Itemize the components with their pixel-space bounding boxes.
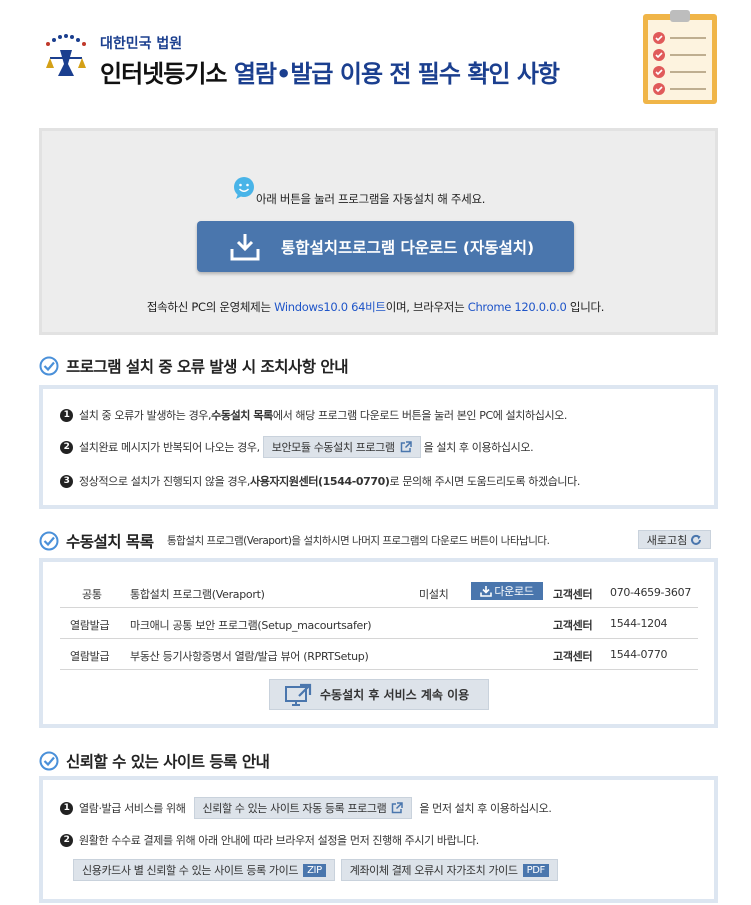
step-text: 에서 해당 프로그램 다운로드 버튼을 눌러 본인 PC에 설치하십시오.	[272, 409, 568, 422]
row-category: 공통	[82, 588, 102, 601]
step-text: 설치완료 메시지가 반복되어 나오는 경우,	[79, 441, 260, 454]
row-phone: 1544-0770	[610, 648, 668, 661]
card-trusted-site-guide-button[interactable]: 신용카드사 별 신뢰할 수 있는 사이트 등록 가이드 ZIP	[73, 859, 335, 881]
step-text: 설치 중 오류가 발생하는 경우,	[79, 409, 212, 422]
os-info-text: 입니다.	[566, 300, 605, 314]
monitor-link-icon	[285, 683, 312, 706]
row-center: 고객센터	[553, 619, 593, 632]
os-value: Windows10.0 64비트	[274, 300, 386, 314]
row-status: 미설치	[419, 588, 449, 601]
check-circle-icon	[39, 356, 59, 376]
step-number-icon: 1	[60, 408, 73, 422]
errors-heading: 프로그램 설치 중 오류 발생 시 조치사항 안내	[39, 355, 348, 377]
transfer-error-guide-button[interactable]: 계좌이체 결제 오류시 자가조치 가이드 PDF	[340, 859, 558, 881]
error-step-3: 3 정상적으로 설치가 진행되지 않을 경우, 사용자지원센터(1544-077…	[60, 473, 580, 489]
continue-label: 수동설치 후 서비스 계속 이용	[320, 688, 470, 702]
step-number-icon: 2	[60, 440, 73, 454]
step-emphasis: 사용자지원센터(1544-0770)	[250, 475, 390, 488]
check-circle-icon	[39, 751, 59, 771]
title-highlight: 열람•발급 이용 전 필수 확인 사항	[233, 60, 560, 88]
step-text: 원활한 수수료 결제를 위해 아래 안내에 따라 브라우저 설정을 먼저 진행해…	[79, 834, 479, 847]
security-module-manual-install-label: 보안모듈 수동설치 프로그램	[271, 441, 395, 454]
os-info-text: 이며, 브라우저는	[385, 300, 468, 314]
security-module-manual-install-button[interactable]: 보안모듈 수동설치 프로그램	[262, 436, 421, 458]
trusted-site-auto-register-button[interactable]: 신뢰할 수 있는 사이트 자동 등록 프로그램	[193, 797, 413, 819]
row-program-name: 통합설치 프로그램(Veraport)	[130, 588, 265, 601]
refresh-icon	[691, 534, 702, 545]
row-category: 열람발급	[70, 650, 110, 663]
trusted-site-auto-register-label: 신뢰할 수 있는 사이트 자동 등록 프로그램	[202, 802, 387, 815]
manual-note: 통합설치 프로그램(Veraport)을 설치하시면 나머지 프로그램의 다운로…	[167, 535, 550, 547]
error-step-1: 1 설치 중 오류가 발생하는 경우, 수동설치 목록 에서 해당 프로그램 다운…	[60, 407, 567, 423]
title-prefix: 인터넷등기소	[100, 60, 234, 88]
external-link-icon	[400, 441, 412, 453]
smile-icon	[234, 177, 254, 199]
refresh-button[interactable]: 새로고침	[638, 530, 711, 549]
download-icon	[480, 586, 493, 597]
os-info: 접속하신 PC의 운영체제는 Windows10.0 64비트이며, 브라우저는…	[0, 299, 751, 315]
row-category: 열람발급	[70, 619, 110, 632]
row-program-name: 마크애니 공통 보안 프로그램(Setup_macourtsafer)	[130, 619, 372, 632]
row-phone: 1544-1204	[610, 617, 668, 630]
zip-badge: ZIP	[303, 863, 326, 877]
row-program-name: 부동산 등기사항증명서 열람/발급 뷰어 (RPRTSetup)	[130, 650, 369, 663]
row-phone: 070-4659-3607	[610, 586, 692, 599]
integrated-install-download-button[interactable]: 통합설치프로그램 다운로드 (자동설치)	[197, 221, 574, 272]
row-center: 고객센터	[553, 588, 593, 601]
page-title: 인터넷등기소 열람•발급 이용 전 필수 확인 사항	[100, 54, 560, 89]
court-name: 대한민국 법원	[100, 36, 183, 52]
guide-buttons: 신용카드사 별 신뢰할 수 있는 사이트 등록 가이드 ZIP 계좌이체 결제 오…	[73, 859, 561, 881]
step-text: 로 문의해 주시면 도움드리도록 하겠습니다.	[389, 475, 581, 488]
download-label: 다운로드	[494, 585, 534, 598]
row-center: 고객센터	[553, 650, 593, 663]
veraport-download-button[interactable]: 다운로드	[471, 582, 543, 600]
court-logo-icon	[39, 31, 93, 85]
step-emphasis: 수동설치 목록	[211, 409, 273, 422]
continue-after-manual-install-button[interactable]: 수동설치 후 서비스 계속 이용	[269, 679, 489, 710]
trust-heading: 신뢰할 수 있는 사이트 등록 안내	[39, 750, 270, 772]
step-text: 정상적으로 설치가 진행되지 않을 경우,	[79, 475, 251, 488]
step-number-icon: 1	[60, 801, 73, 815]
pdf-badge: PDF	[522, 863, 549, 877]
error-step-2: 2 설치완료 메시지가 반복되어 나오는 경우, 보안모듈 수동설치 프로그램 …	[60, 436, 534, 458]
errors-heading-text: 프로그램 설치 중 오류 발생 시 조치사항 안내	[66, 358, 348, 376]
check-circle-icon	[39, 531, 59, 551]
manual-heading: 수동설치 목록	[39, 530, 154, 552]
table-row: 공통 통합설치 프로그램(Veraport) 미설치 다운로드 고객센터 070…	[60, 576, 698, 607]
trust-step-2: 2 원활한 수수료 결제를 위해 아래 안내에 따라 브라우저 설정을 먼저 진…	[60, 832, 479, 848]
table-row: 열람발급 부동산 등기사항증명서 열람/발급 뷰어 (RPRTSetup) 고객…	[60, 638, 698, 669]
step-text: 을 설치 후 이용하십시오.	[423, 441, 534, 454]
install-hint: 아래 버튼을 눌러 프로그램을 자동설치 해 주세요.	[256, 192, 486, 206]
step-number-icon: 3	[60, 474, 73, 488]
external-link-icon	[392, 802, 404, 814]
os-info-text: 접속하신 PC의 운영체제는	[146, 300, 275, 314]
step-text: 을 먼저 설치 후 이용하십시오.	[419, 802, 552, 815]
browser-value: Chrome 120.0.0.0	[467, 300, 567, 314]
checklist-clipboard-icon	[643, 10, 717, 104]
row-divider	[60, 669, 698, 670]
transfer-guide-label: 계좌이체 결제 오류시 자가조치 가이드	[349, 864, 518, 877]
trust-step-1: 1 열람·발급 서비스를 위해 신뢰할 수 있는 사이트 자동 등록 프로그램 …	[60, 797, 552, 819]
step-text: 열람·발급 서비스를 위해	[79, 802, 186, 815]
manual-heading-text: 수동설치 목록	[66, 533, 154, 551]
step-number-icon: 2	[60, 833, 73, 847]
trust-heading-text: 신뢰할 수 있는 사이트 등록 안내	[66, 753, 270, 771]
integrated-install-download-label: 통합설치프로그램 다운로드 (자동설치)	[281, 238, 535, 257]
refresh-label: 새로고침	[646, 533, 688, 547]
table-row: 열람발급 마크애니 공통 보안 프로그램(Setup_macourtsafer)…	[60, 607, 698, 638]
download-icon	[230, 233, 260, 260]
card-guide-label: 신용카드사 별 신뢰할 수 있는 사이트 등록 가이드	[82, 864, 299, 877]
